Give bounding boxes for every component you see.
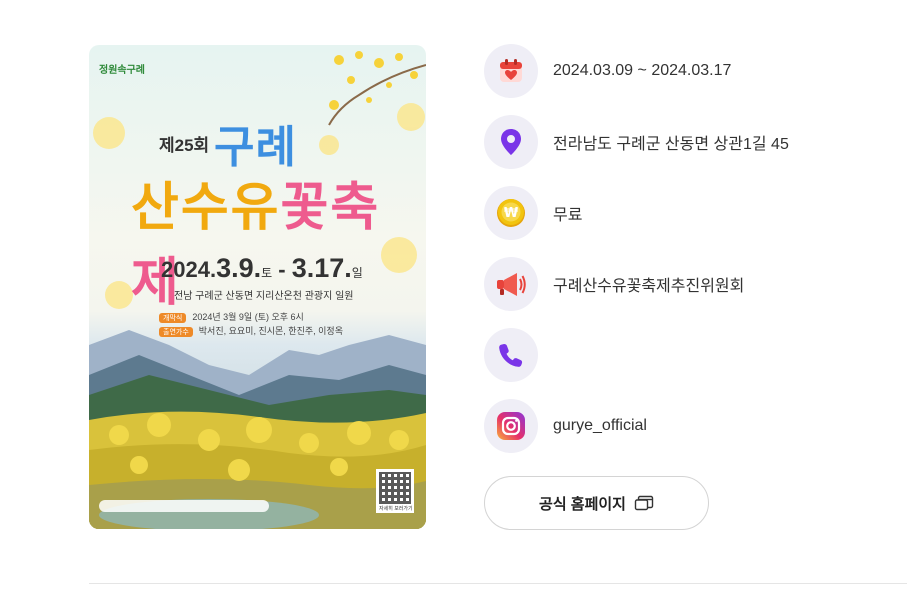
info-address-row: 전라남도 구례군 산동면 상관1길 45 (484, 115, 789, 169)
poster-logo: 정원속구례 (99, 65, 145, 76)
poster-date-start: 3.9. (216, 253, 262, 283)
calendar-icon (484, 44, 538, 98)
official-homepage-label: 공식 홈페이지 (539, 495, 626, 513)
instagram-icon[interactable] (484, 399, 538, 453)
poster-venue: 전남 구례군 산동면 지리산온천 관광지 일원 (174, 291, 354, 302)
section-divider (89, 583, 907, 584)
poster-singers-text: 박서진, 요요미, 진시몬, 한진주, 이정옥 (198, 326, 343, 336)
qr-pattern (379, 472, 411, 504)
poster-opening-row: 개막식 2024년 3월 9일 (토) 오후 6시 (159, 310, 304, 323)
info-instagram-row: gurye_official (484, 399, 647, 453)
poster-singers-tag: 출연가수 (159, 327, 193, 337)
organizer-text: 구례산수유꽃축제추진위원회 (553, 278, 745, 295)
poster-date-separator: - (272, 257, 292, 282)
location-pin-icon (484, 115, 538, 169)
info-phone-row (484, 328, 553, 382)
info-organizer-row: 구례산수유꽃축제추진위원회 (484, 257, 744, 311)
info-fee-row: ₩ 무료 (484, 186, 582, 240)
won-coin-icon: ₩ (484, 186, 538, 240)
external-window-icon (634, 495, 654, 511)
phone-icon[interactable] (484, 328, 538, 382)
poster-dates: 2024.3.9.토 - 3.17.일 (161, 253, 363, 284)
svg-text:₩: ₩ (504, 206, 519, 221)
poster-qr-code: 자세히 보러가기 (376, 469, 414, 513)
poster-date-year: 2024. (161, 257, 217, 282)
instagram-handle[interactable]: gurye_official (553, 417, 647, 435)
poster-title-yellow: 산수유 (131, 179, 281, 237)
festival-poster: 정원속구례 제25회 구례 산수유꽃축제 2024.3.9.토 - 3.17.일… (89, 45, 426, 529)
poster-sponsor-bar (99, 500, 269, 512)
poster-opening-text: 2024년 3월 9일 (토) 오후 6시 (192, 312, 304, 322)
official-homepage-button[interactable]: 공식 홈페이지 (484, 476, 709, 530)
poster-date-end-day: 일 (351, 266, 363, 280)
poster-date-start-day: 토 (261, 266, 273, 280)
qr-label: 자세히 보러가기 (379, 506, 413, 512)
address-text: 전라남도 구례군 산동면 상관1길 45 (553, 136, 789, 153)
poster-singers-row: 출연가수 박서진, 요요미, 진시몬, 한진주, 이정옥 (159, 324, 343, 337)
megaphone-icon (484, 257, 538, 311)
poster-date-end: 3.17. (291, 253, 352, 283)
fee-text: 무료 (553, 207, 583, 224)
info-period-row: 2024.03.09 ~ 2024.03.17 (484, 44, 731, 98)
period-text: 2024.03.09 ~ 2024.03.17 (553, 62, 732, 79)
poster-opening-tag: 개막식 (159, 313, 187, 323)
poster-edition: 제25회 (159, 136, 210, 155)
